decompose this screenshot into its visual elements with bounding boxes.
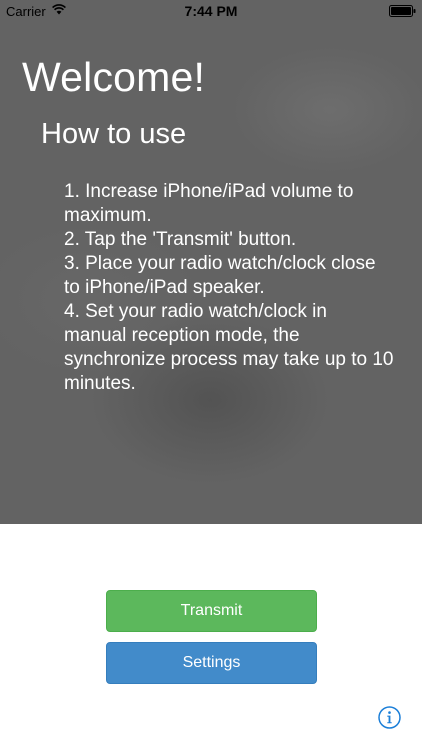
status-bar: Carrier 7:44 PM	[0, 0, 422, 22]
settings-button[interactable]: Settings	[106, 642, 317, 684]
instructions-list: 1. Increase iPhone/iPad volume to maximu…	[64, 180, 394, 396]
app-screen: Welcome! How to use 1. Increase iPhone/i…	[0, 0, 422, 750]
battery-icon	[389, 5, 416, 17]
transmit-button[interactable]: Transmit	[106, 590, 317, 632]
welcome-title: Welcome!	[22, 54, 206, 100]
instruction-step: 4. Set your radio watch/clock in manual …	[64, 301, 394, 394]
status-time: 7:44 PM	[184, 3, 238, 19]
instruction-step: 2. Tap the 'Transmit' button.	[64, 229, 297, 250]
instruction-step: 3. Place your radio watch/clock close to…	[64, 253, 376, 298]
how-to-use-heading: How to use	[41, 118, 187, 150]
info-icon[interactable]	[378, 706, 401, 729]
instruction-step: 1. Increase iPhone/iPad volume to maximu…	[64, 181, 354, 226]
welcome-overlay[interactable]: Welcome! How to use 1. Increase iPhone/i…	[0, 0, 422, 524]
